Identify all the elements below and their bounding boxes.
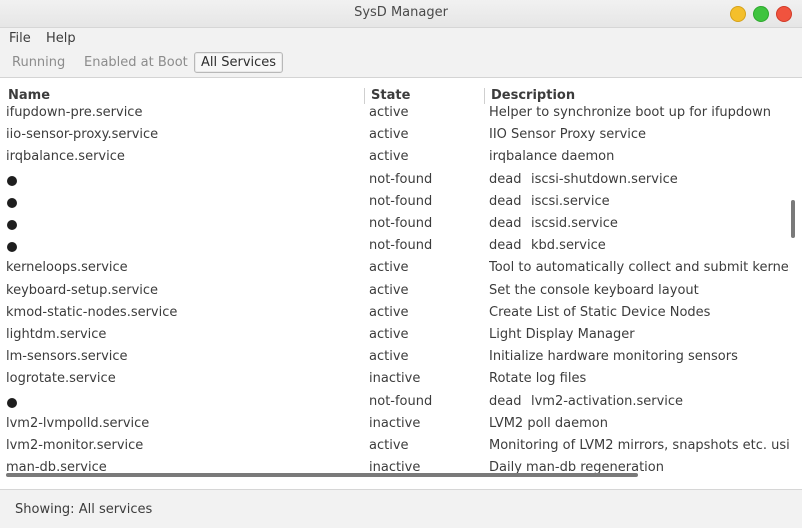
service-name: lm-sensors.service xyxy=(6,349,128,365)
service-description: Tool to automatically collect and submit… xyxy=(489,260,790,276)
column-header-name[interactable]: Name xyxy=(8,88,50,103)
service-description: LVM2 poll daemon xyxy=(489,415,608,431)
column-header-description[interactable]: Description xyxy=(491,88,575,103)
service-state: active xyxy=(369,327,409,342)
table-row[interactable]: kerneloops.service active Tool to automati… xyxy=(0,260,790,282)
menu-file[interactable]: File xyxy=(9,31,31,46)
service-description: dead iscsi.service xyxy=(489,194,790,209)
service-name: iio-sensor-proxy.service xyxy=(6,127,159,143)
service-state: not-found xyxy=(369,171,433,187)
bullet-icon xyxy=(7,220,17,230)
table-row[interactable]: ifupdown-pre.service active Helper to sync… xyxy=(0,105,790,127)
table-row[interactable]: lvm2-monitor.service active Monitoring of … xyxy=(0,438,790,460)
tab-enabled-at-boot[interactable]: Enabled at Boot xyxy=(84,55,188,70)
table-row[interactable]: kmod-static-nodes.service active Create Li… xyxy=(0,305,790,327)
service-name: ifupdown-pre.service xyxy=(6,105,143,120)
table-row[interactable]: logrotate.service inactive Rotate log file… xyxy=(0,371,790,393)
unit-name: iscsid.service xyxy=(531,216,618,231)
service-state: active xyxy=(369,349,409,365)
service-substate: dead xyxy=(489,238,522,254)
service-substate: dead xyxy=(489,216,522,231)
minimize-button[interactable] xyxy=(730,6,746,22)
horizontal-scrollbar[interactable] xyxy=(6,473,638,477)
service-description: dead iscsid.service xyxy=(489,216,790,231)
table-row[interactable]: not-found dead iscsi-shutdown.service xyxy=(0,172,790,194)
services-table[interactable]: Name State Description ifupdown-pre.serv… xyxy=(0,78,802,482)
service-name: lvm2-monitor.service xyxy=(6,438,144,453)
unit-name: iscsi.service xyxy=(531,193,610,209)
service-state: active xyxy=(369,260,409,276)
service-name: lvm2-lvmpolld.service xyxy=(6,415,150,431)
service-description: IIO Sensor Proxy service xyxy=(489,127,647,143)
service-description: Light Display Manager xyxy=(489,327,635,342)
tab-all-services[interactable]: All Services xyxy=(194,52,284,73)
service-description: Initialize hardware monitoring sensors xyxy=(489,349,738,365)
service-substate: dead xyxy=(489,393,522,409)
service-state: active xyxy=(369,304,409,320)
service-description: irqbalance daemon xyxy=(489,149,615,165)
bullet-icon xyxy=(7,175,17,186)
service-state: active xyxy=(369,127,409,143)
service-name: kmod-static-nodes.service xyxy=(6,304,178,320)
service-state: active xyxy=(369,438,409,453)
service-state: active xyxy=(369,105,409,120)
service-description: dead iscsi-shutdown.service xyxy=(489,172,790,187)
table-row[interactable]: lightdm.service active Light Display Manag… xyxy=(0,327,790,349)
status-text: Showing: All services xyxy=(15,502,153,517)
table-row[interactable]: not-found dead lvm2-activation.service xyxy=(0,394,790,416)
column-header-state[interactable]: State xyxy=(371,88,410,103)
menu-bar: File Help xyxy=(0,28,802,50)
service-name: lightdm.service xyxy=(6,327,107,342)
service-description: Helper to synchronize boot up for ifupdo… xyxy=(489,105,771,120)
table-row[interactable]: not-found dead iscsi.service xyxy=(0,194,790,216)
tab-running[interactable]: Running xyxy=(12,55,65,70)
tab-bar: Running Enabled at Boot All Services xyxy=(0,50,802,78)
service-description: dead kbd.service xyxy=(489,238,790,253)
title-bar: SysD Manager xyxy=(0,0,802,28)
table-row[interactable]: keyboard-setup.service active Set the cons… xyxy=(0,283,790,305)
service-state: not-found xyxy=(369,216,433,231)
table-row[interactable]: not-found dead kbd.service xyxy=(0,238,790,260)
bullet-icon xyxy=(7,397,17,408)
table-row[interactable]: man-db.service inactive Daily man-db regen… xyxy=(0,460,790,482)
table-row[interactable]: lm-sensors.service active Initialize hardw… xyxy=(0,349,790,371)
service-name: irqbalance.service xyxy=(6,149,125,165)
service-substate: dead xyxy=(489,171,522,187)
table-row[interactable]: lvm2-lvmpolld.service inactive LVM2 poll d… xyxy=(0,416,790,438)
close-button[interactable] xyxy=(776,6,792,22)
service-description: Monitoring of LVM2 mirrors, snapshots et… xyxy=(489,438,790,453)
unit-name: iscsi-shutdown.service xyxy=(531,171,678,187)
service-description: Set the console keyboard layout xyxy=(489,282,699,298)
service-description: dead lvm2-activation.service xyxy=(489,394,790,409)
service-description: Create List of Static Device Nodes xyxy=(489,304,711,320)
bullet-icon xyxy=(7,242,17,253)
window-title: SysD Manager xyxy=(354,5,448,20)
vertical-scrollbar[interactable] xyxy=(791,200,795,238)
service-state: not-found xyxy=(369,393,433,409)
service-state: active xyxy=(369,149,409,165)
service-substate: dead xyxy=(489,193,522,209)
service-name: kerneloops.service xyxy=(6,260,128,276)
maximize-button[interactable] xyxy=(753,6,769,22)
service-state: inactive xyxy=(369,371,421,387)
menu-help[interactable]: Help xyxy=(46,31,76,46)
unit-name: lvm2-activation.service xyxy=(531,393,684,409)
bullet-icon xyxy=(7,197,17,208)
service-description: Rotate log files xyxy=(489,371,587,387)
table-row[interactable]: irqbalance.service active irqbalance daemo… xyxy=(0,149,790,171)
table-row[interactable]: not-found dead iscsid.service xyxy=(0,216,790,238)
service-state: not-found xyxy=(369,193,433,209)
service-state: not-found xyxy=(369,238,433,254)
status-bar: Showing: All services xyxy=(0,489,802,528)
service-state: inactive xyxy=(369,415,421,431)
service-name: keyboard-setup.service xyxy=(6,282,159,298)
column-separator[interactable] xyxy=(484,88,485,104)
unit-name: kbd.service xyxy=(531,238,606,254)
table-row[interactable]: iio-sensor-proxy.service active IIO Sensor… xyxy=(0,127,790,149)
service-state: active xyxy=(369,282,409,298)
column-separator[interactable] xyxy=(364,88,365,104)
service-name: logrotate.service xyxy=(6,371,116,387)
